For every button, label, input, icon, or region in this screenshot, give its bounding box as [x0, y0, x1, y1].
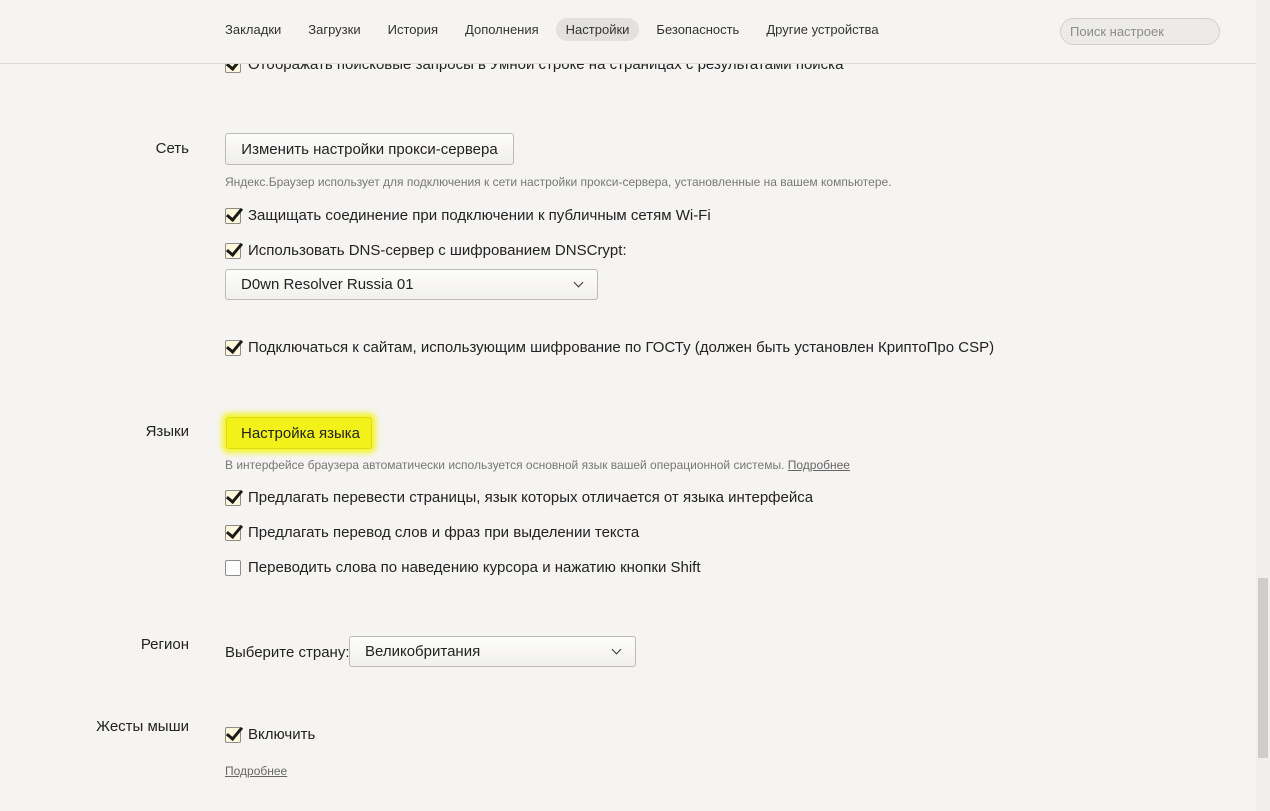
translate-hover-option[interactable]: Переводить слова по наведению курсора и … — [225, 559, 701, 576]
top-navigation-bar: Закладки Загрузки История Дополнения Нас… — [0, 0, 1256, 64]
gestures-enable-checkbox[interactable] — [225, 726, 241, 743]
proxy-hint: Яндекс.Браузер использует для подключени… — [225, 175, 892, 189]
language-hint-text: В интерфейсе браузера автоматически испо… — [225, 458, 785, 472]
tab-security[interactable]: Безопасность — [646, 18, 749, 41]
language-hint: В интерфейсе браузера автоматически испо… — [225, 458, 850, 472]
country-value: Великобритания — [365, 643, 481, 660]
language-settings-button[interactable]: Настройка языка — [226, 417, 372, 449]
wifi-protect-option[interactable]: Защищать соединение при подключении к пу… — [225, 207, 711, 224]
dnscrypt-label: Использовать DNS-сервер с шифрованием DN… — [248, 242, 627, 259]
wifi-protect-checkbox[interactable] — [225, 207, 241, 224]
tab-extensions[interactable]: Дополнения — [455, 18, 549, 41]
region-section-label: Регион — [140, 636, 189, 653]
tab-bookmarks[interactable]: Закладки — [215, 18, 291, 41]
tab-other-devices[interactable]: Другие устройства — [756, 18, 888, 41]
tab-settings[interactable]: Настройки — [555, 18, 640, 41]
gestures-section-label: Жесты мыши — [96, 718, 189, 735]
translate-hover-checkbox[interactable] — [225, 559, 241, 576]
translate-pages-label: Предлагать перевести страницы, язык кото… — [248, 489, 814, 506]
settings-nav-tabs: Закладки Загрузки История Дополнения Нас… — [215, 18, 896, 41]
gestures-enable-label: Включить — [248, 726, 316, 743]
wifi-protect-label: Защищать соединение при подключении к пу… — [248, 207, 711, 224]
gost-checkbox[interactable] — [225, 339, 241, 356]
dnscrypt-checkbox[interactable] — [225, 242, 241, 259]
gestures-more-link[interactable]: Подробнее — [225, 764, 287, 778]
tab-history[interactable]: История — [378, 18, 448, 41]
country-select[interactable]: Великобритания — [349, 636, 636, 667]
translate-words-checkbox[interactable] — [225, 524, 241, 541]
translate-words-label: Предлагать перевод слов и фраз при выдел… — [248, 524, 640, 541]
page-scrollbar[interactable] — [1256, 0, 1270, 811]
translate-pages-checkbox[interactable] — [225, 489, 241, 506]
translate-words-option[interactable]: Предлагать перевод слов и фраз при выдел… — [225, 524, 639, 541]
proxy-settings-button[interactable]: Изменить настройки прокси-сервера — [225, 133, 514, 165]
chevron-down-icon — [573, 277, 584, 288]
scrollbar-thumb[interactable] — [1258, 578, 1268, 758]
dnscrypt-option[interactable]: Использовать DNS-сервер с шифрованием DN… — [225, 242, 627, 259]
gost-option[interactable]: Подключаться к сайтам, использующим шифр… — [225, 339, 994, 356]
gost-label: Подключаться к сайтам, использующим шифр… — [248, 339, 995, 356]
settings-search-input[interactable] — [1060, 18, 1220, 45]
network-section-label: Сеть — [155, 140, 189, 157]
translate-hover-label: Переводить слова по наведению курсора и … — [248, 559, 701, 576]
languages-section-label: Языки — [145, 423, 189, 440]
language-more-link[interactable]: Подробнее — [788, 458, 850, 472]
dns-server-value: D0wn Resolver Russia 01 — [241, 276, 414, 293]
country-label: Выберите страну: — [225, 644, 350, 661]
dns-server-select[interactable]: D0wn Resolver Russia 01 — [225, 269, 598, 300]
gestures-enable-option[interactable]: Включить — [225, 726, 315, 743]
translate-pages-option[interactable]: Предлагать перевести страницы, язык кото… — [225, 489, 813, 506]
tab-downloads[interactable]: Загрузки — [298, 18, 370, 41]
chevron-down-icon — [611, 644, 622, 655]
